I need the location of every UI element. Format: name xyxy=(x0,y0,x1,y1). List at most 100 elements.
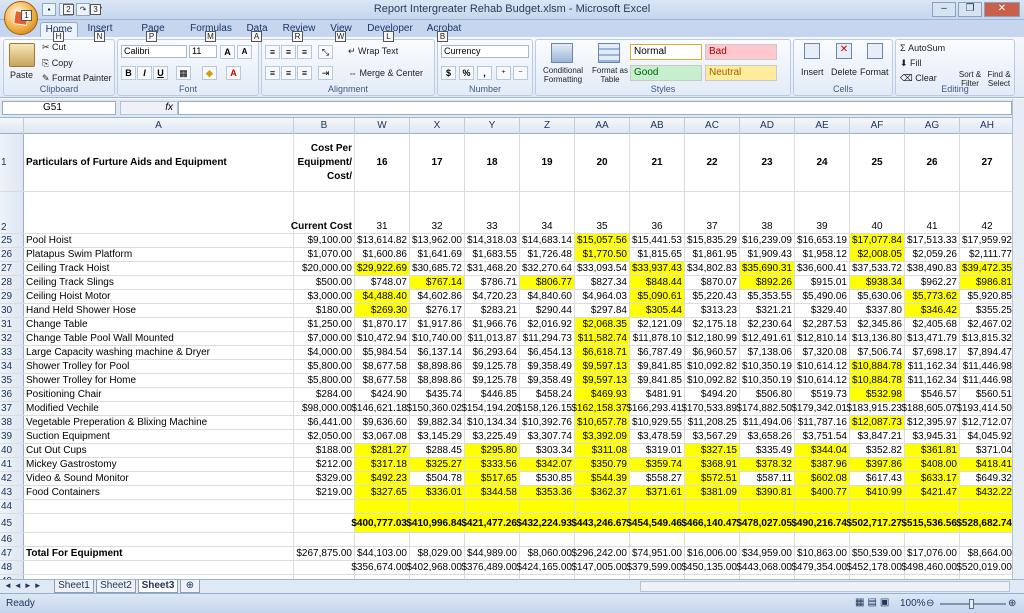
cell-value[interactable]: $30,685.72 xyxy=(410,262,465,275)
cell-value[interactable]: $2,008.05 xyxy=(850,248,905,261)
decrease-decimal-icon[interactable]: ⁻ xyxy=(513,66,528,80)
cell-particular[interactable] xyxy=(24,533,294,546)
cell-value[interactable]: $35,690.31 xyxy=(740,262,795,275)
align-right-icon[interactable]: ≡ xyxy=(297,66,312,80)
cell-value[interactable]: $44,989.00 xyxy=(465,547,520,560)
cell-value[interactable]: $962.27 xyxy=(905,276,960,289)
cut-button[interactable]: ✂ Cut xyxy=(42,42,66,53)
cell-value[interactable]: $350.79 xyxy=(575,458,630,471)
cell-value[interactable]: $748.07 xyxy=(355,276,410,289)
cell-value[interactable]: $466,140.47 xyxy=(681,514,740,532)
cell-value[interactable]: $519.73 xyxy=(795,388,850,401)
close-button[interactable]: ✕ xyxy=(984,2,1020,17)
column-header[interactable]: AE xyxy=(795,118,850,134)
insert-function-icon[interactable]: fx xyxy=(120,101,178,115)
cell-value[interactable]: 23 xyxy=(740,134,795,191)
cell-value[interactable]: $371.04 xyxy=(960,444,1012,457)
cell-cost[interactable] xyxy=(294,500,355,513)
cell-value[interactable] xyxy=(355,533,410,546)
cell-cost[interactable] xyxy=(294,533,355,546)
cell-value[interactable]: $147,005.00 xyxy=(571,561,630,574)
row-number[interactable]: 38 xyxy=(0,416,24,429)
cell-value[interactable]: 35 xyxy=(575,192,630,233)
cell-value[interactable]: 24 xyxy=(795,134,850,191)
cell-value[interactable]: $6,618.71 xyxy=(575,346,630,359)
cell-value[interactable]: $892.26 xyxy=(740,276,795,289)
cell-value[interactable]: $8,898.86 xyxy=(410,360,465,373)
cell-value[interactable]: $44,103.00 xyxy=(355,547,410,560)
cell-value[interactable]: $33,093.54 xyxy=(575,262,630,275)
cell-value[interactable]: $446.85 xyxy=(465,388,520,401)
cell-value[interactable]: $353.36 xyxy=(520,486,575,499)
cell-value[interactable]: 16 xyxy=(355,134,410,191)
cell-value[interactable]: $2,405.68 xyxy=(905,318,960,331)
cell-value[interactable]: $146,621.18 xyxy=(351,402,410,415)
cell-value[interactable]: $9,597.13 xyxy=(575,374,630,387)
grow-font-icon[interactable]: A xyxy=(220,45,235,59)
cell-value[interactable]: 25 xyxy=(850,134,905,191)
cell-cost[interactable]: $20,000.00 xyxy=(294,262,355,275)
format-cells-button[interactable]: Format xyxy=(860,67,889,77)
cell-cost[interactable]: $98,000.00 xyxy=(294,402,355,415)
cell-particular[interactable]: Particulars of Furture Aids and Equipmen… xyxy=(24,134,294,191)
row-number[interactable]: 31 xyxy=(0,318,24,331)
align-left-icon[interactable]: ≡ xyxy=(265,66,280,80)
cell-value[interactable]: $9,125.78 xyxy=(465,360,520,373)
cell-value[interactable]: 26 xyxy=(905,134,960,191)
font-name-select[interactable]: Calibri xyxy=(121,45,187,58)
cell-particular[interactable]: Change Table Pool Wall Mounted xyxy=(24,332,294,345)
cell-cost[interactable]: $284.00 xyxy=(294,388,355,401)
style-bad[interactable]: Bad xyxy=(705,44,777,60)
cell-value[interactable]: $15,441.53 xyxy=(630,234,685,247)
row-number[interactable]: 44 xyxy=(0,500,24,513)
cell-particular[interactable] xyxy=(24,514,294,532)
cell-value[interactable]: $870.07 xyxy=(685,276,740,289)
cell-value[interactable]: $10,884.78 xyxy=(850,360,905,373)
cell-value[interactable] xyxy=(905,500,960,513)
column-header[interactable]: AC xyxy=(685,118,740,134)
cell-value[interactable]: $359.74 xyxy=(630,458,685,471)
cell-value[interactable]: $11,446.98 xyxy=(960,374,1012,387)
cell-value[interactable]: $379,599.00 xyxy=(626,561,685,574)
cell-particular[interactable] xyxy=(24,561,294,574)
cell-value[interactable]: $13,614.82 xyxy=(355,234,410,247)
cell-value[interactable] xyxy=(575,533,630,546)
cell-value[interactable]: $767.14 xyxy=(410,276,465,289)
autosum-button[interactable]: Σ AutoSum xyxy=(900,43,945,53)
cell-value[interactable] xyxy=(960,500,1012,513)
cell-cost[interactable]: $500.00 xyxy=(294,276,355,289)
cell-value[interactable]: $1,600.86 xyxy=(355,248,410,261)
cell-value[interactable]: $9,358.49 xyxy=(520,360,575,373)
cell-value[interactable]: $481.91 xyxy=(630,388,685,401)
cell-value[interactable]: $1,958.12 xyxy=(795,248,850,261)
cell-value[interactable]: $166,293.41 xyxy=(626,402,685,415)
cell-value[interactable]: $421.47 xyxy=(905,486,960,499)
cell-particular[interactable]: Ceiling Track Hoist xyxy=(24,262,294,275)
row-number[interactable]: 46 xyxy=(0,533,24,546)
worksheet-grid[interactable]: A B W X Y Z AA AB AC AD AE AF AG AH 1 Particulars of F… xyxy=(0,118,1012,579)
cell-value[interactable]: $188,605.07 xyxy=(901,402,960,415)
cell-value[interactable]: $14,683.14 xyxy=(520,234,575,247)
cell-value[interactable]: $10,863.00 xyxy=(795,547,850,560)
cell-value[interactable]: $1,770.50 xyxy=(575,248,630,261)
cell-value[interactable]: $11,208.25 xyxy=(685,416,740,429)
cell-value[interactable]: $11,494.06 xyxy=(740,416,795,429)
cell-value[interactable]: $410.99 xyxy=(850,486,905,499)
row-number[interactable]: 30 xyxy=(0,304,24,317)
cell-value[interactable]: $986.81 xyxy=(960,276,1012,289)
cell-value[interactable] xyxy=(465,533,520,546)
cell-value[interactable]: $3,145.29 xyxy=(410,430,465,443)
cell-value[interactable]: $283.21 xyxy=(465,304,520,317)
cell-value[interactable]: $397.86 xyxy=(850,458,905,471)
cell-value[interactable]: $410,996.84 xyxy=(406,514,465,532)
cell-value[interactable]: $74,951.00 xyxy=(630,547,685,560)
cell-value[interactable]: $915.01 xyxy=(795,276,850,289)
cell-value[interactable]: $8,664.00 xyxy=(960,547,1013,560)
row-number[interactable]: 25 xyxy=(0,234,24,247)
cell-value[interactable]: $402,968.00 xyxy=(406,561,465,574)
cell-value[interactable]: $387.96 xyxy=(795,458,850,471)
cell-value[interactable]: $617.43 xyxy=(850,472,905,485)
cell-value[interactable]: $806.77 xyxy=(520,276,575,289)
increase-decimal-icon[interactable]: ⁺ xyxy=(496,66,511,80)
cell-value[interactable] xyxy=(960,533,1012,546)
